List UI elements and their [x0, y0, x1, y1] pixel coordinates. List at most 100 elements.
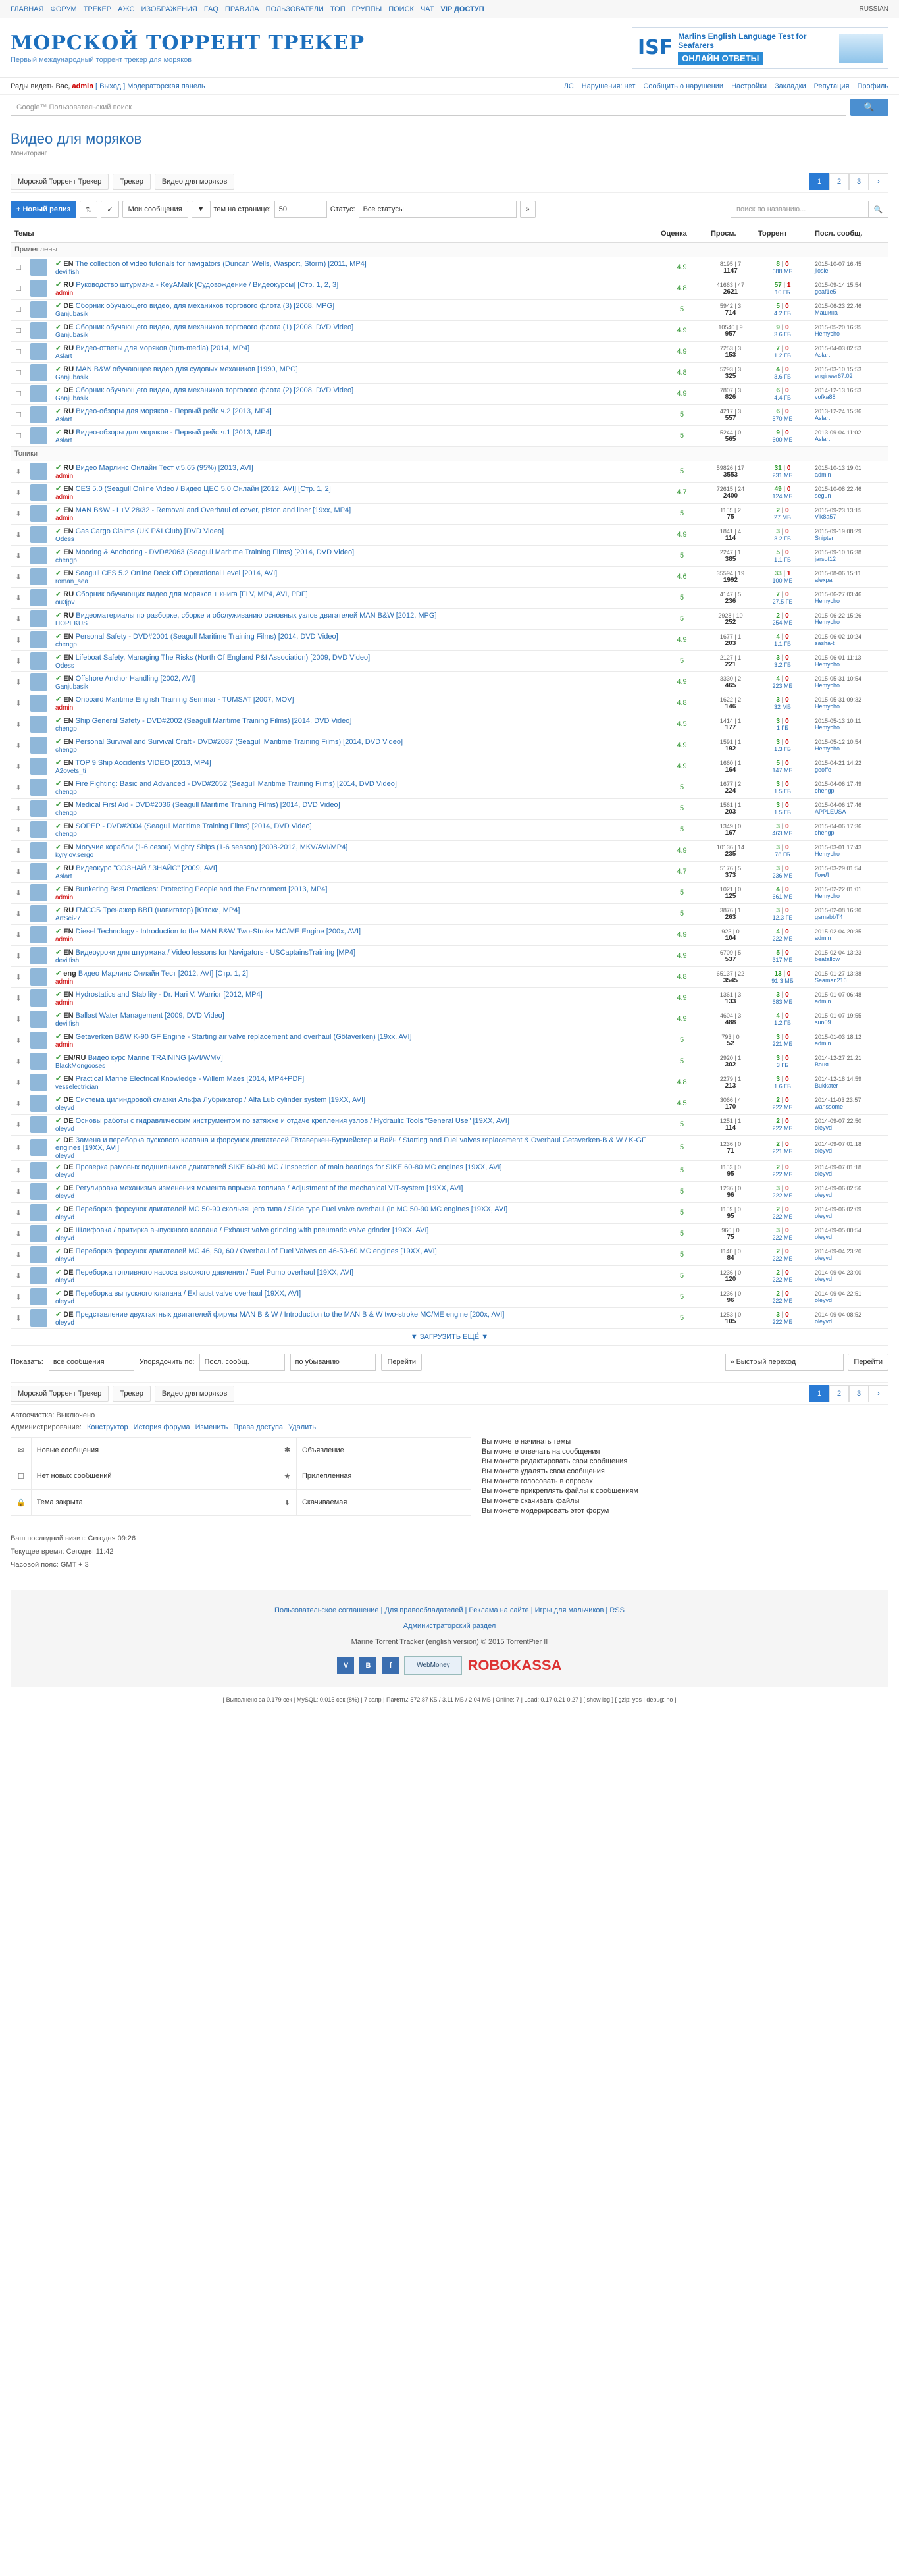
- admin-link[interactable]: Права доступа: [233, 1423, 283, 1431]
- topic-author-link[interactable]: oleyvd: [55, 1214, 653, 1221]
- topic-author-link[interactable]: admin: [55, 515, 653, 522]
- topic-title-link[interactable]: Могучие корабли (1-6 сезон) Mighty Ships…: [76, 843, 348, 851]
- topic-author-link[interactable]: chengp: [55, 641, 653, 648]
- avatar[interactable]: [26, 278, 51, 300]
- admin-link[interactable]: Конструктор: [87, 1423, 128, 1431]
- status-select[interactable]: Все статусы: [358, 201, 517, 218]
- avatar[interactable]: [26, 425, 51, 447]
- topic-author-link[interactable]: vesselectrician: [55, 1084, 653, 1091]
- torrent-size-link[interactable]: 3.6 ГБ: [758, 331, 807, 338]
- avatar[interactable]: [26, 735, 51, 756]
- last-post-user[interactable]: Vik8a57: [815, 513, 885, 520]
- topic-title-link[interactable]: Ship General Safety - DVD#2002 (Seagull …: [76, 717, 352, 725]
- torrent-size-link[interactable]: 222 МБ: [758, 1276, 807, 1283]
- col-rating[interactable]: Оценка: [657, 226, 707, 243]
- topic-title-link[interactable]: Personal Survival and Survival Craft - D…: [76, 738, 403, 746]
- last-post-user[interactable]: chengp: [815, 787, 885, 794]
- torrent-size-link[interactable]: 222 МБ: [758, 1319, 807, 1325]
- topic-author-link[interactable]: Aslart: [55, 437, 653, 444]
- avatar[interactable]: [26, 966, 51, 988]
- avatar[interactable]: [26, 299, 51, 321]
- avatar[interactable]: [26, 987, 51, 1009]
- topic-author-link[interactable]: Ganjubasik: [55, 395, 653, 402]
- topic-author-link[interactable]: chengp: [55, 557, 653, 564]
- torrent-size-link[interactable]: 1.5 ГБ: [758, 809, 807, 816]
- last-post-user[interactable]: oleyvd: [815, 1318, 885, 1325]
- last-post-user[interactable]: ГомЛ: [815, 872, 885, 878]
- nav-link[interactable]: ПОИСК: [388, 5, 414, 13]
- avatar[interactable]: [26, 1181, 51, 1203]
- torrent-size-link[interactable]: 221 МБ: [758, 1148, 807, 1155]
- torrent-size-link[interactable]: 231 МБ: [758, 472, 807, 479]
- quick-jump-button[interactable]: Перейти: [848, 1353, 888, 1371]
- nav-link[interactable]: ПРАВИЛА: [225, 5, 259, 13]
- language-select[interactable]: RUSSIAN: [860, 5, 888, 13]
- last-post-user[interactable]: oleyvd: [815, 1192, 885, 1198]
- last-post-user[interactable]: geaf1e5: [815, 288, 885, 295]
- page-title[interactable]: Видео для моряков: [11, 130, 888, 147]
- avatar[interactable]: [26, 320, 51, 342]
- direction-select[interactable]: по убыванию: [290, 1353, 376, 1371]
- topic-title-link[interactable]: MAN B&W - L+V 28/32 - Removal and Overha…: [76, 506, 351, 514]
- avatar[interactable]: [26, 924, 51, 946]
- breadcrumb-item[interactable]: Морской Торрент Трекер: [11, 174, 109, 190]
- avatar[interactable]: [26, 1135, 51, 1161]
- topic-author-link[interactable]: oleyvd: [55, 1153, 653, 1160]
- last-post-user[interactable]: Seaman216: [815, 977, 885, 984]
- next-page[interactable]: ›: [869, 1384, 888, 1402]
- topic-title-link[interactable]: Шлифовка / притирка выпускного клапана /…: [76, 1226, 429, 1234]
- topic-title-link[interactable]: Видео-ответы для моряков (turn-media) [2…: [76, 344, 249, 352]
- torrent-size-link[interactable]: 1.3 ГБ: [758, 746, 807, 752]
- topic-title-link[interactable]: Personal Safety - DVD#2001 (Seagull Mari…: [76, 633, 338, 641]
- robokassa-logo[interactable]: ROBOKASSA: [467, 1657, 561, 1673]
- topic-author-link[interactable]: chengp: [55, 831, 653, 838]
- topic-author-link[interactable]: ou3jpv: [55, 599, 653, 606]
- avatar[interactable]: [26, 882, 51, 904]
- avatar[interactable]: [26, 362, 51, 384]
- title-search-input[interactable]: поиск по названию...: [731, 201, 869, 218]
- torrent-size-link[interactable]: 1.2 ГБ: [758, 1020, 807, 1026]
- user-menu-item[interactable]: Нарушения: нет: [582, 82, 636, 90]
- last-post-user[interactable]: admin: [815, 1040, 885, 1047]
- nav-link[interactable]: FAQ: [204, 5, 218, 13]
- last-post-user[interactable]: oleyvd: [815, 1276, 885, 1282]
- user-menu-item[interactable]: Настройки: [731, 82, 767, 90]
- webmoney-logo[interactable]: WebMoney: [404, 1656, 463, 1675]
- last-post-user[interactable]: geoffe: [815, 766, 885, 773]
- topic-title-link[interactable]: Bunkering Best Practices: Protecting Peo…: [76, 885, 328, 893]
- new-release-button[interactable]: + Новый релиз: [11, 201, 77, 218]
- topic-author-link[interactable]: Ganjubasik: [55, 374, 653, 381]
- topic-title-link[interactable]: Замена и переборка пускового клапана и ф…: [55, 1136, 646, 1152]
- topic-author-link[interactable]: oleyvd: [55, 1235, 653, 1242]
- last-post-user[interactable]: sasha-t: [815, 640, 885, 646]
- topic-author-link[interactable]: A2ovets_ti: [55, 768, 653, 775]
- topic-author-link[interactable]: admin: [55, 473, 653, 480]
- avatar[interactable]: [26, 1051, 51, 1072]
- torrent-size-link[interactable]: 222 МБ: [758, 1255, 807, 1262]
- topic-author-link[interactable]: Ganjubasik: [55, 332, 653, 339]
- torrent-size-link[interactable]: 600 МБ: [758, 436, 807, 443]
- topic-title-link[interactable]: MAN B&W обучающее видео для судовых меха…: [76, 365, 298, 373]
- topic-author-link[interactable]: oleyvd: [55, 1256, 653, 1263]
- avatar[interactable]: [26, 819, 51, 841]
- torrent-size-link[interactable]: 222 МБ: [758, 1298, 807, 1304]
- nav-link[interactable]: ГРУППЫ: [352, 5, 382, 13]
- last-post-user[interactable]: segun: [815, 492, 885, 499]
- torrent-size-link[interactable]: 463 МБ: [758, 830, 807, 837]
- topic-author-link[interactable]: Ganjubasik: [55, 311, 653, 318]
- last-post-user[interactable]: wanssome: [815, 1103, 885, 1110]
- avatar[interactable]: [26, 257, 51, 278]
- last-post-user[interactable]: jarsof12: [815, 556, 885, 562]
- topic-author-link[interactable]: oleyvd: [55, 1319, 653, 1327]
- avatar[interactable]: [26, 945, 51, 967]
- admin-section-link[interactable]: Администраторский раздел: [11, 1618, 888, 1634]
- admin-link[interactable]: Удалить: [288, 1423, 316, 1431]
- avatar[interactable]: [26, 1114, 51, 1136]
- topic-title-link[interactable]: Переборка форсунок двигателей MC 46, 50,…: [76, 1248, 437, 1255]
- avatar[interactable]: [26, 1223, 51, 1245]
- avatar[interactable]: [26, 1307, 51, 1329]
- twitter-icon[interactable]: V: [337, 1656, 355, 1674]
- breadcrumb-item[interactable]: Видео для моряков: [154, 1385, 235, 1402]
- col-torrent[interactable]: Торрент: [754, 226, 811, 243]
- quick-jump-select[interactable]: » Быстрый переход: [725, 1353, 844, 1371]
